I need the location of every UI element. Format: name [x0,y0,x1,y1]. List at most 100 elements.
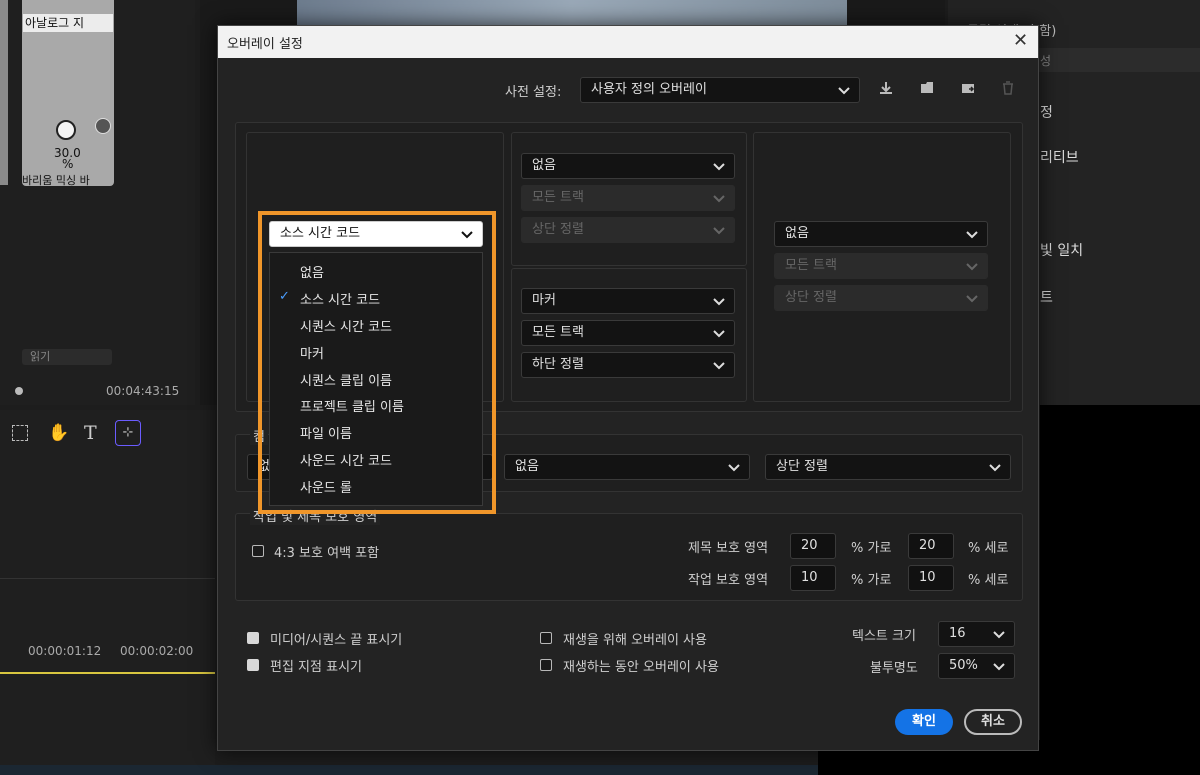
right-panel-item[interactable]: 빛 일치 [1040,240,1083,260]
mid-bottom-align-select[interactable]: 하단 정렬 [521,352,735,378]
mid-bottom-source-value: 마커 [532,293,556,308]
title-safe-label: 제목 보호 영역 [688,541,769,556]
video-frame [297,0,847,25]
safe-43-checkbox[interactable] [252,545,264,557]
right-align-value: 상단 정렬 [785,290,837,305]
mid-top-track-value: 모든 트랙 [532,190,584,205]
chevron-down-icon [965,226,979,240]
text-size-select[interactable]: 16 [938,621,1015,647]
media-end-label: 미디어/시퀀스 끝 표시기 [270,633,403,648]
chevron-down-icon [712,222,726,236]
timeline-tick: 00:00:02:00 [120,644,194,658]
timeline-playline [0,672,215,674]
read-select[interactable]: 읽기 [22,349,112,365]
read-label: 읽기 [30,350,51,363]
mid-bottom-track-value: 모든 트랙 [532,325,584,340]
media-end-checkbox[interactable] [247,632,259,644]
overlay-playback-checkbox[interactable] [540,632,552,644]
timeline-ruler [0,578,215,678]
chevron-down-icon [712,158,726,172]
chevron-down-icon [712,357,726,371]
right-panel-item[interactable]: 트 [1040,287,1053,307]
right-panel-item[interactable]: 정 [1040,102,1053,122]
opacity-value: 50% [949,658,978,673]
ok-button[interactable]: 확인 [895,709,953,735]
right-panel-item: 성 [1040,54,1052,68]
hand-tool-icon[interactable]: ✋ [48,423,69,443]
edit-point-checkbox[interactable] [247,659,259,671]
bottom-right-value: 상단 정렬 [776,459,828,474]
bottom-mid-value: 없음 [515,459,539,474]
chevron-down-icon [712,293,726,307]
mid-top-source-value: 없음 [532,158,556,173]
title-safe-v-unit: % 세로 [968,541,1009,556]
right-track-select[interactable]: 모든 트랙 [774,253,988,279]
overlay-tool-icon[interactable]: ⊹ [115,420,141,446]
bottom-mid-select[interactable]: 없음 [504,454,750,480]
close-icon[interactable]: ✕ [1013,30,1028,51]
chevron-down-icon [712,325,726,339]
delete-preset-icon[interactable] [1001,80,1015,96]
overlay-during-play-checkbox[interactable] [540,659,552,671]
analog-label: 아날로그 지 [23,14,113,32]
timeline-tick: 00:00:01:12 [28,644,102,658]
action-safe-h-unit: % 가로 [851,573,892,588]
mid-bottom-source-select[interactable]: 마커 [521,288,735,314]
chevron-down-icon [727,459,741,473]
dialog-title: 오버레이 설정 [227,37,303,52]
edit-point-label: 편집 지점 표시기 [270,660,362,675]
mid-top-align-select[interactable]: 상단 정렬 [521,217,735,243]
import-preset-icon[interactable] [919,80,935,96]
bottom-right-select[interactable]: 상단 정렬 [765,454,1011,480]
chevron-down-icon [965,258,979,272]
highlight-box [258,211,496,514]
chevron-down-icon [837,82,851,96]
save-preset-icon[interactable] [878,80,894,96]
knob-unit: % [62,157,74,171]
knob-icon[interactable] [56,120,76,140]
right-source-select[interactable]: 없음 [774,221,988,247]
chevron-down-icon [712,190,726,204]
track-select-tool-icon[interactable] [12,425,28,441]
timecode: 00:04:43:15 [106,384,180,398]
mix-label: 바리움 믹싱 바 [22,174,90,187]
mid-top-track-select[interactable]: 모든 트랙 [521,185,735,211]
text-size-label: 텍스트 크기 [852,629,916,644]
right-track-value: 모든 트랙 [785,258,837,273]
opacity-select[interactable]: 50% [938,653,1015,679]
text-tool-icon[interactable]: T [84,422,97,444]
export-preset-icon[interactable] [960,80,976,96]
title-safe-h-unit: % 가로 [851,541,892,556]
safe-43-label: 4:3 보호 여백 포함 [274,546,380,561]
fx-icon[interactable] [95,118,111,134]
playhead-dot [15,387,23,395]
action-safe-h-input[interactable]: 10 [790,565,836,591]
preset-select[interactable]: 사용자 정의 오버레이 [580,77,860,103]
chevron-down-icon [965,290,979,304]
mid-top-source-select[interactable]: 없음 [521,153,735,179]
action-safe-v-unit: % 세로 [968,573,1009,588]
cancel-button[interactable]: 취소 [964,709,1022,735]
mid-top-align-value: 상단 정렬 [532,222,584,237]
right-align-select[interactable]: 상단 정렬 [774,285,988,311]
mid-bottom-track-select[interactable]: 모든 트랙 [521,320,735,346]
left-strip [0,0,8,185]
overlay-playback-label: 재생을 위해 오버레이 사용 [563,633,707,648]
chevron-down-icon [992,658,1006,672]
right-source-value: 없음 [785,226,809,241]
opacity-label: 불투명도 [870,661,918,676]
overlay-settings-dialog: 오버레이 설정 ✕ 사전 설정: 사용자 정의 오버레이 없음 모든 트랙 상단… [217,25,1039,751]
right-lower-black [1040,405,1200,775]
title-safe-h-input[interactable]: 20 [790,533,836,559]
action-safe-v-input[interactable]: 10 [908,565,954,591]
action-safe-label: 작업 보호 영역 [688,573,769,588]
chevron-down-icon [988,459,1002,473]
title-safe-v-input[interactable]: 20 [908,533,954,559]
dialog-titlebar [218,26,1038,58]
preset-value: 사용자 정의 오버레이 [591,82,707,97]
text-size-value: 16 [949,626,966,641]
right-panel-item[interactable]: 리티브 [1040,147,1079,167]
chevron-down-icon [992,626,1006,640]
mid-bottom-align-value: 하단 정렬 [532,357,584,372]
overlay-during-play-label: 재생하는 동안 오버레이 사용 [563,660,719,675]
